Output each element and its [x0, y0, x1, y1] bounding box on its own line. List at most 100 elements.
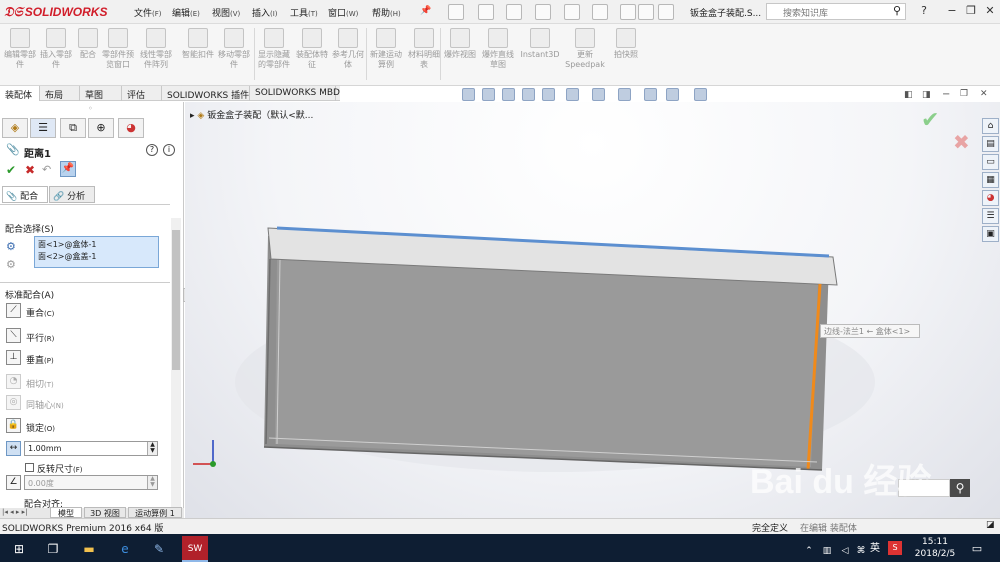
mate-lock[interactable]: 锁定(O)	[26, 421, 55, 434]
close-button[interactable]: ✕	[982, 3, 998, 19]
tab-sketch[interactable]: 草图	[80, 86, 122, 101]
tab-model[interactable]: 模型	[50, 507, 82, 518]
take-snapshot-button[interactable]: 拍快照	[608, 28, 644, 60]
tree-root-assembly[interactable]: 钣金盒子装配（默认<默...	[207, 111, 313, 121]
tab-layout[interactable]: 布局	[40, 86, 80, 101]
tab-solidworks-mbd[interactable]: SOLIDWORKS MBD	[250, 86, 340, 101]
menu-tools[interactable]: 工具(T)	[290, 6, 318, 19]
explode-line-sketch-button[interactable]: 爆炸直线草图	[480, 28, 516, 70]
options-gear-icon[interactable]	[658, 4, 674, 20]
display-manager-icon[interactable]: ◕	[118, 118, 144, 138]
reference-geometry-button[interactable]: 参考几何体	[330, 28, 366, 70]
new-motion-study-button[interactable]: 新建运动算例	[368, 28, 404, 70]
solidworks-taskbar-icon[interactable]: SW	[182, 536, 208, 562]
move-component-button[interactable]: 移动零部件	[216, 28, 252, 70]
doc-close-button[interactable]: ✕	[980, 89, 988, 99]
property-manager-icon[interactable]: ☰	[30, 118, 56, 138]
view-palette-icon[interactable]: ▦	[982, 172, 999, 188]
ok-check-icon[interactable]: ✔	[6, 163, 16, 177]
select-cursor-icon[interactable]	[592, 4, 608, 20]
undo-mate-icon[interactable]: ↶	[42, 163, 51, 176]
feature-manager-icon[interactable]: ◈	[2, 118, 28, 138]
mate-perpendicular[interactable]: 垂直(P)	[26, 353, 54, 366]
mate-coincident[interactable]: 重合(C)	[26, 306, 54, 319]
zoom-to-fit-icon[interactable]	[462, 88, 475, 101]
solidworks-logo[interactable]: 𝔇𝔖 SOLIDWORKS	[4, 3, 112, 21]
previous-view-icon[interactable]	[502, 88, 515, 101]
list-item[interactable]: 面<2>@盒盖-1	[38, 251, 155, 263]
design-library-icon[interactable]: ▤	[982, 136, 999, 152]
flip-dimension-checkbox[interactable]	[25, 463, 34, 472]
menu-insert[interactable]: 插入(I)	[252, 6, 278, 19]
appearances-icon[interactable]: ◕	[982, 190, 999, 206]
sogou-input-icon[interactable]: S	[888, 541, 902, 555]
section-standard-mates[interactable]: 标准配合(A)	[5, 288, 54, 301]
panel-splitter-handle[interactable]: ◦	[88, 104, 93, 113]
undo-icon[interactable]	[564, 4, 580, 20]
status-customize-icon[interactable]: ◪	[986, 520, 995, 530]
tab-assembly[interactable]: 装配体	[0, 86, 40, 101]
section-view-icon[interactable]	[522, 88, 535, 101]
doc-restore-button[interactable]: ❐	[960, 89, 968, 99]
menu-file[interactable]: 文件(F)	[134, 6, 162, 19]
edit-appearance-icon[interactable]	[644, 88, 657, 101]
system-clock[interactable]: 15:11 2018/2/5	[912, 536, 958, 560]
doc-minimize-button[interactable]: −	[942, 89, 950, 100]
view-settings-icon[interactable]	[694, 88, 707, 101]
perpendicular-icon[interactable]: ⊥	[6, 350, 21, 365]
display-style-icon[interactable]	[592, 88, 605, 101]
task-view-icon[interactable]: ❐	[44, 540, 62, 558]
print-icon[interactable]	[535, 4, 551, 20]
insert-components-button[interactable]: 插入零部件	[38, 28, 74, 70]
info-icon[interactable]: i	[163, 144, 175, 156]
panel-collapse-icon[interactable]: ◧	[904, 90, 913, 100]
cancel-x-corner-icon[interactable]: ✖	[953, 130, 970, 154]
people-icon[interactable]: ⌃	[800, 542, 818, 560]
show-hidden-components-button[interactable]: 显示隐藏的零部件	[256, 28, 292, 70]
menu-edit[interactable]: 编辑(E)	[172, 6, 200, 19]
tab-mates[interactable]: 📎 配合	[2, 186, 48, 203]
edge-browser-icon[interactable]: e	[116, 540, 134, 558]
minimize-button[interactable]: −	[944, 3, 960, 19]
restore-button[interactable]: ❐	[963, 3, 979, 19]
mate-selection-list[interactable]: 面<1>@盒体-1 面<2>@盒盖-1	[34, 236, 159, 268]
expand-arrow-icon[interactable]: ▸	[190, 111, 195, 121]
distance-input[interactable]: 1.00mm ▲ ▼	[24, 441, 158, 456]
flyout-feature-tree[interactable]: ▸ ◈ 钣金盒子装配（默认<默...	[190, 108, 313, 121]
menu-window[interactable]: 窗口(W)	[328, 6, 358, 19]
hide-show-items-icon[interactable]	[618, 88, 631, 101]
open-folder-icon[interactable]	[478, 4, 494, 20]
notification-center-icon[interactable]: ▭	[968, 540, 986, 558]
angle-mate-icon[interactable]: ∠	[6, 475, 21, 490]
pin-icon[interactable]: 📌	[420, 6, 431, 16]
distance-mate-icon[interactable]: ↔	[6, 441, 21, 456]
file-properties-icon[interactable]	[638, 4, 654, 20]
bill-of-materials-button[interactable]: 材料明细表	[406, 28, 442, 70]
scrollbar-thumb[interactable]	[172, 230, 180, 370]
tab-evaluate[interactable]: 评估	[122, 86, 162, 101]
list-item[interactable]: 面<1>@盒体-1	[38, 239, 155, 251]
ime-language-indicator[interactable]: 英	[866, 540, 884, 558]
paint-icon[interactable]: ✎	[150, 540, 168, 558]
instant3d-button[interactable]: Instant3D	[518, 28, 562, 60]
zoom-to-area-icon[interactable]	[482, 88, 495, 101]
tab-3d-views[interactable]: 3D 视图	[84, 507, 126, 518]
assembly-features-button[interactable]: 装配体特征	[294, 28, 330, 70]
linear-pattern-button[interactable]: 线性零部件阵列	[138, 28, 174, 70]
configuration-manager-icon[interactable]: ⧉	[60, 118, 86, 138]
distance-spinner[interactable]: ▲ ▼	[147, 442, 157, 455]
keep-visible-pin-icon[interactable]: 📌	[60, 161, 76, 177]
menu-help[interactable]: 帮助(H)	[372, 6, 401, 19]
dynamic-annotation-icon[interactable]	[542, 88, 555, 101]
menu-view[interactable]: 视图(V)	[212, 6, 240, 19]
tab-motion-study[interactable]: 运动算例 1	[128, 507, 182, 518]
exploded-view-button[interactable]: 爆炸视图	[442, 28, 478, 60]
help-icon[interactable]: ?	[916, 3, 932, 19]
mate-parallel[interactable]: 平行(R)	[26, 331, 54, 344]
lock-icon[interactable]: 🔒	[6, 418, 21, 433]
tab-solidworks-addins[interactable]: SOLIDWORKS 插件	[162, 86, 250, 101]
windows-start-icon[interactable]: ⊞	[10, 540, 28, 558]
component-preview-button[interactable]: 零部件预览窗口	[100, 28, 136, 70]
coincident-icon[interactable]: ⟋	[6, 303, 21, 318]
tab-analysis[interactable]: 🔗 分析	[49, 186, 95, 203]
